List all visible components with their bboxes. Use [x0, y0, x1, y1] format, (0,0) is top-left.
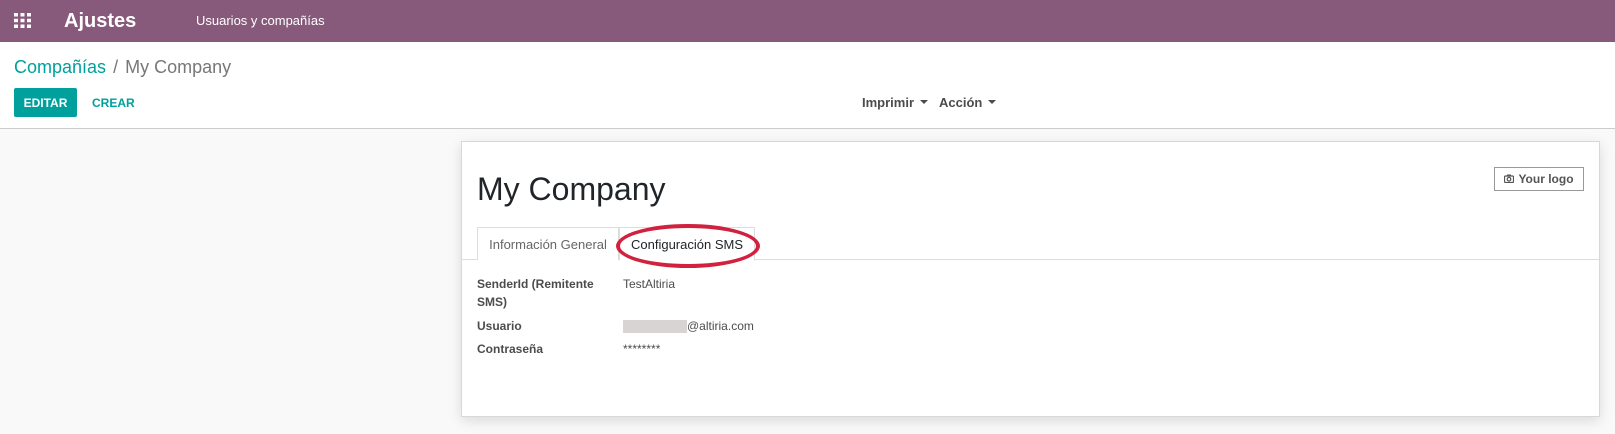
redacted-block [623, 319, 687, 333]
camera-icon [1504, 172, 1515, 186]
logo-upload-button[interactable]: Your logo [1494, 167, 1584, 191]
breadcrumb-parent-link[interactable]: Compañías [14, 55, 106, 79]
breadcrumb: Compañías / My Company [14, 55, 231, 79]
field-label: SenderId (Remitente SMS) [477, 277, 594, 309]
menu-users-companies[interactable]: Usuarios y compañías [196, 12, 325, 30]
tab-sms-config[interactable]: Configuración SMS [619, 227, 755, 261]
create-button[interactable]: CREAR [86, 88, 141, 117]
field-value: TestAltiria [623, 277, 676, 291]
logo-upload-label: Your logo [1518, 172, 1574, 186]
caret-down-icon [920, 100, 929, 104]
field-value: ******** [623, 342, 661, 356]
caret-down-icon [988, 100, 997, 104]
field-label: Usuario [477, 319, 522, 333]
form-sheet: My Company Your logo Información General… [461, 141, 1600, 417]
action-dropdown[interactable]: Acción [939, 91, 997, 113]
record-title: My Company [477, 171, 666, 207]
tab-general-info[interactable]: Información General [477, 227, 619, 260]
action-dropdown-label: Acción [939, 94, 983, 110]
print-dropdown[interactable]: Imprimir [862, 91, 929, 113]
field-value: @altiria.com [687, 319, 754, 333]
app-title[interactable]: Ajustes [64, 6, 136, 36]
breadcrumb-current: My Company [125, 57, 232, 77]
field-value-wrapper: @altiria.com [623, 317, 754, 335]
print-dropdown-label: Imprimir [862, 94, 915, 110]
breadcrumb-separator: / [113, 57, 119, 77]
control-panel: Compañías / My Company EDITAR CREAR Impr… [0, 42, 1615, 129]
edit-button[interactable]: EDITAR [14, 88, 77, 117]
grid-icon[interactable] [14, 13, 31, 28]
field-label: Contraseña [477, 342, 544, 356]
top-navbar: Ajustes Usuarios y compañías [0, 0, 1615, 42]
notebook-tabs: Información General Configuración SMS [462, 227, 1599, 261]
